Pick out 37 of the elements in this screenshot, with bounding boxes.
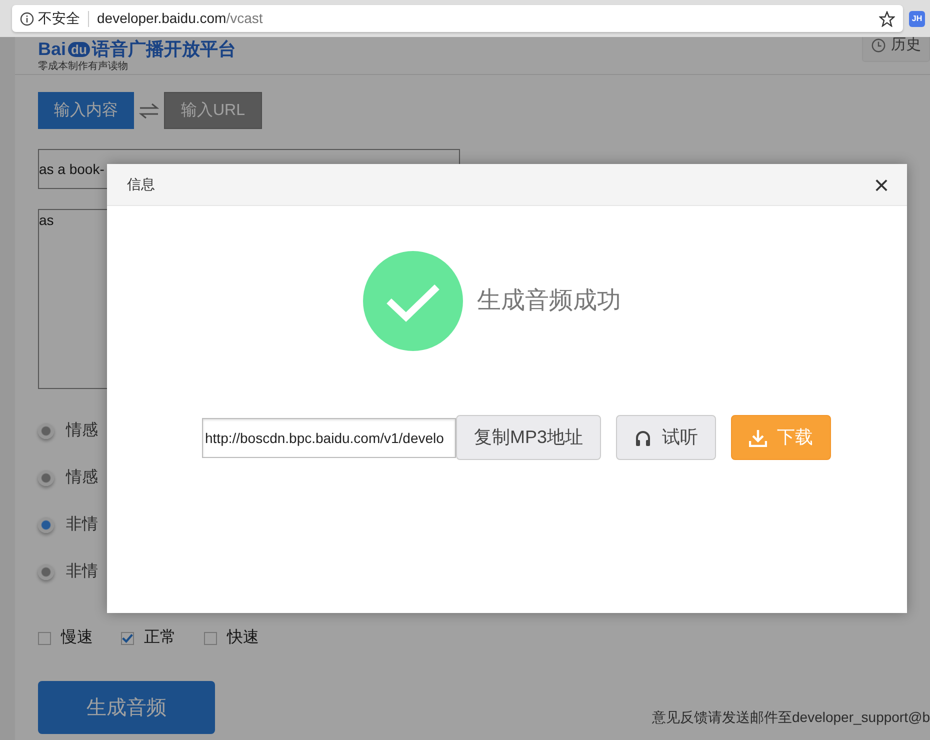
- slogan: 零成本制作有声读物: [38, 61, 129, 73]
- feedback-text: 意见反馈请发送邮件至developer_support@b: [652, 708, 930, 727]
- voice-label: 情感: [66, 420, 98, 441]
- check-icon: [363, 251, 463, 351]
- copy-url-button[interactable]: 复制MP3地址: [456, 415, 602, 460]
- mp3-url-field[interactable]: http://boscdn.bpc.baidu.com/v1/develo: [202, 418, 456, 458]
- close-button[interactable]: ×: [874, 172, 889, 196]
- headphones-icon: [634, 428, 652, 446]
- radio-button[interactable]: [38, 564, 54, 580]
- voice-label: 情感: [66, 468, 98, 488]
- url-text: developer.baidu.com/vcast: [97, 9, 263, 28]
- success-message: 生成音频成功: [477, 286, 621, 316]
- logo[interactable]: Bai du 语音广播开放平台: [38, 38, 236, 60]
- checkbox[interactable]: [38, 632, 51, 644]
- radio-button[interactable]: [38, 423, 54, 439]
- clock-icon: [871, 38, 886, 52]
- speed-label: 正常: [144, 628, 176, 648]
- radio-button[interactable]: [38, 517, 54, 533]
- address-bar[interactable]: 不安全 developer.baidu.com/vcast: [12, 5, 903, 32]
- voice-label: 非情: [66, 514, 98, 535]
- input-mode-tab[interactable]: 输入内容: [38, 92, 134, 129]
- input-mode-tab[interactable]: 输入URL: [164, 92, 262, 129]
- star-icon[interactable]: [879, 10, 895, 26]
- voice-label: 非情: [66, 562, 98, 582]
- speed-label: 快速: [227, 628, 259, 648]
- checkbox[interactable]: [204, 632, 217, 644]
- dialog-title: 信息: [127, 175, 155, 194]
- radio-button[interactable]: [38, 470, 54, 486]
- generate-audio-button[interactable]: 生成音频: [38, 681, 215, 734]
- speed-label: 慢速: [61, 628, 93, 648]
- checkbox[interactable]: [121, 632, 134, 644]
- download-icon: [749, 428, 768, 446]
- security-label: 不安全: [38, 9, 80, 28]
- swap-icon[interactable]: [139, 102, 159, 118]
- info-icon: [20, 12, 34, 26]
- extension-icon[interactable]: JH: [909, 10, 925, 26]
- listen-button[interactable]: 试听: [616, 415, 716, 460]
